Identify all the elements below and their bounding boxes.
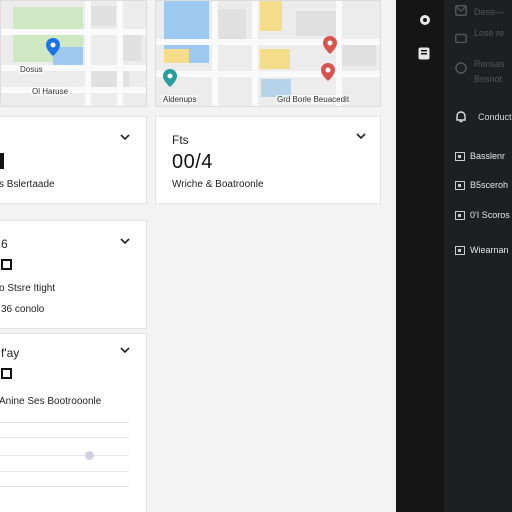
stat-card: s Bslertaade <box>0 116 147 204</box>
sidebar-item-label: Basslenr <box>470 151 506 161</box>
card-title: f'ay <box>1 346 20 360</box>
sidebar-top-text: Lose re <box>474 28 505 38</box>
sidebar-item-label: Wiearnan <box>470 245 509 255</box>
card-title: Fts <box>172 133 189 147</box>
map-label: Grd Borle Beuacedit <box>276 95 351 104</box>
location-pin-icon[interactable] <box>321 63 335 81</box>
stat-card: f'ay Anine Ses Bootrooonle <box>0 333 147 512</box>
sidebar-rail <box>396 0 444 512</box>
sidebar-top-text: Ronsas <box>474 59 505 69</box>
chevron-down-icon[interactable] <box>119 344 131 356</box>
slider-handle[interactable] <box>85 451 94 460</box>
location-pin-icon[interactable] <box>323 36 337 54</box>
mail-icon[interactable] <box>455 5 467 16</box>
calendar-icon <box>455 211 465 220</box>
map-panel-left[interactable]: Dosus Ol Haruse <box>0 0 147 107</box>
divider <box>0 486 129 487</box>
sidebar-item-label: 0'I Scoros <box>470 210 510 220</box>
calendar-icon <box>455 246 465 255</box>
chevron-down-icon[interactable] <box>119 131 131 143</box>
calendar-icon <box>455 152 465 161</box>
checkbox[interactable] <box>1 259 12 270</box>
bell-icon[interactable] <box>455 111 467 123</box>
stat-card: 6 o Stsre Itight 36 conolo <box>0 220 147 329</box>
map-label: Ol Haruse <box>31 87 70 96</box>
globe-icon[interactable] <box>455 62 467 74</box>
divider <box>0 422 129 423</box>
map-label: Dosus <box>19 65 44 74</box>
checkbox[interactable] <box>1 368 12 379</box>
settings-icon[interactable] <box>418 13 432 27</box>
stat-card: Fts 00/4 Wriche & Boatroonle <box>155 116 381 204</box>
card-description: 36 conolo <box>1 304 45 315</box>
divider <box>0 455 129 456</box>
value-fragment <box>0 153 4 169</box>
folder-icon[interactable] <box>455 32 467 43</box>
divider <box>0 437 129 438</box>
document-icon[interactable] <box>418 47 430 60</box>
main-content: Dosus Ol Haruse Aldenups Grd Borle Beuac… <box>0 0 396 512</box>
card-value: 00/4 <box>172 151 213 173</box>
card-description: s Bslertaade <box>0 179 55 190</box>
location-pin-icon[interactable] <box>46 38 60 56</box>
sidebar-section-label: Conduct <box>478 112 512 122</box>
card-title: 6 <box>1 237 8 251</box>
card-description: Wriche & Boatroonle <box>172 179 264 190</box>
chevron-down-icon[interactable] <box>355 130 367 142</box>
calendar-icon <box>455 181 465 190</box>
card-description: o Stsre Itight <box>0 283 56 294</box>
sidebar-panel: Dess— Lose re Ronsas Bosnot Conduct <box>444 0 512 512</box>
map-label: Aldenups <box>162 95 198 104</box>
chevron-down-icon[interactable] <box>119 235 131 247</box>
divider <box>0 471 129 472</box>
location-pin-icon[interactable] <box>163 69 177 87</box>
sidebar-top-text: Dess— <box>474 7 504 17</box>
sidebar-top-text: Bosnot <box>474 74 503 84</box>
map-panel-right[interactable]: Aldenups Grd Borle Beuacedit <box>155 0 381 107</box>
sidebar-item-label: B5sceroh <box>470 180 509 190</box>
card-description: Anine Ses Bootrooonle <box>0 396 102 407</box>
